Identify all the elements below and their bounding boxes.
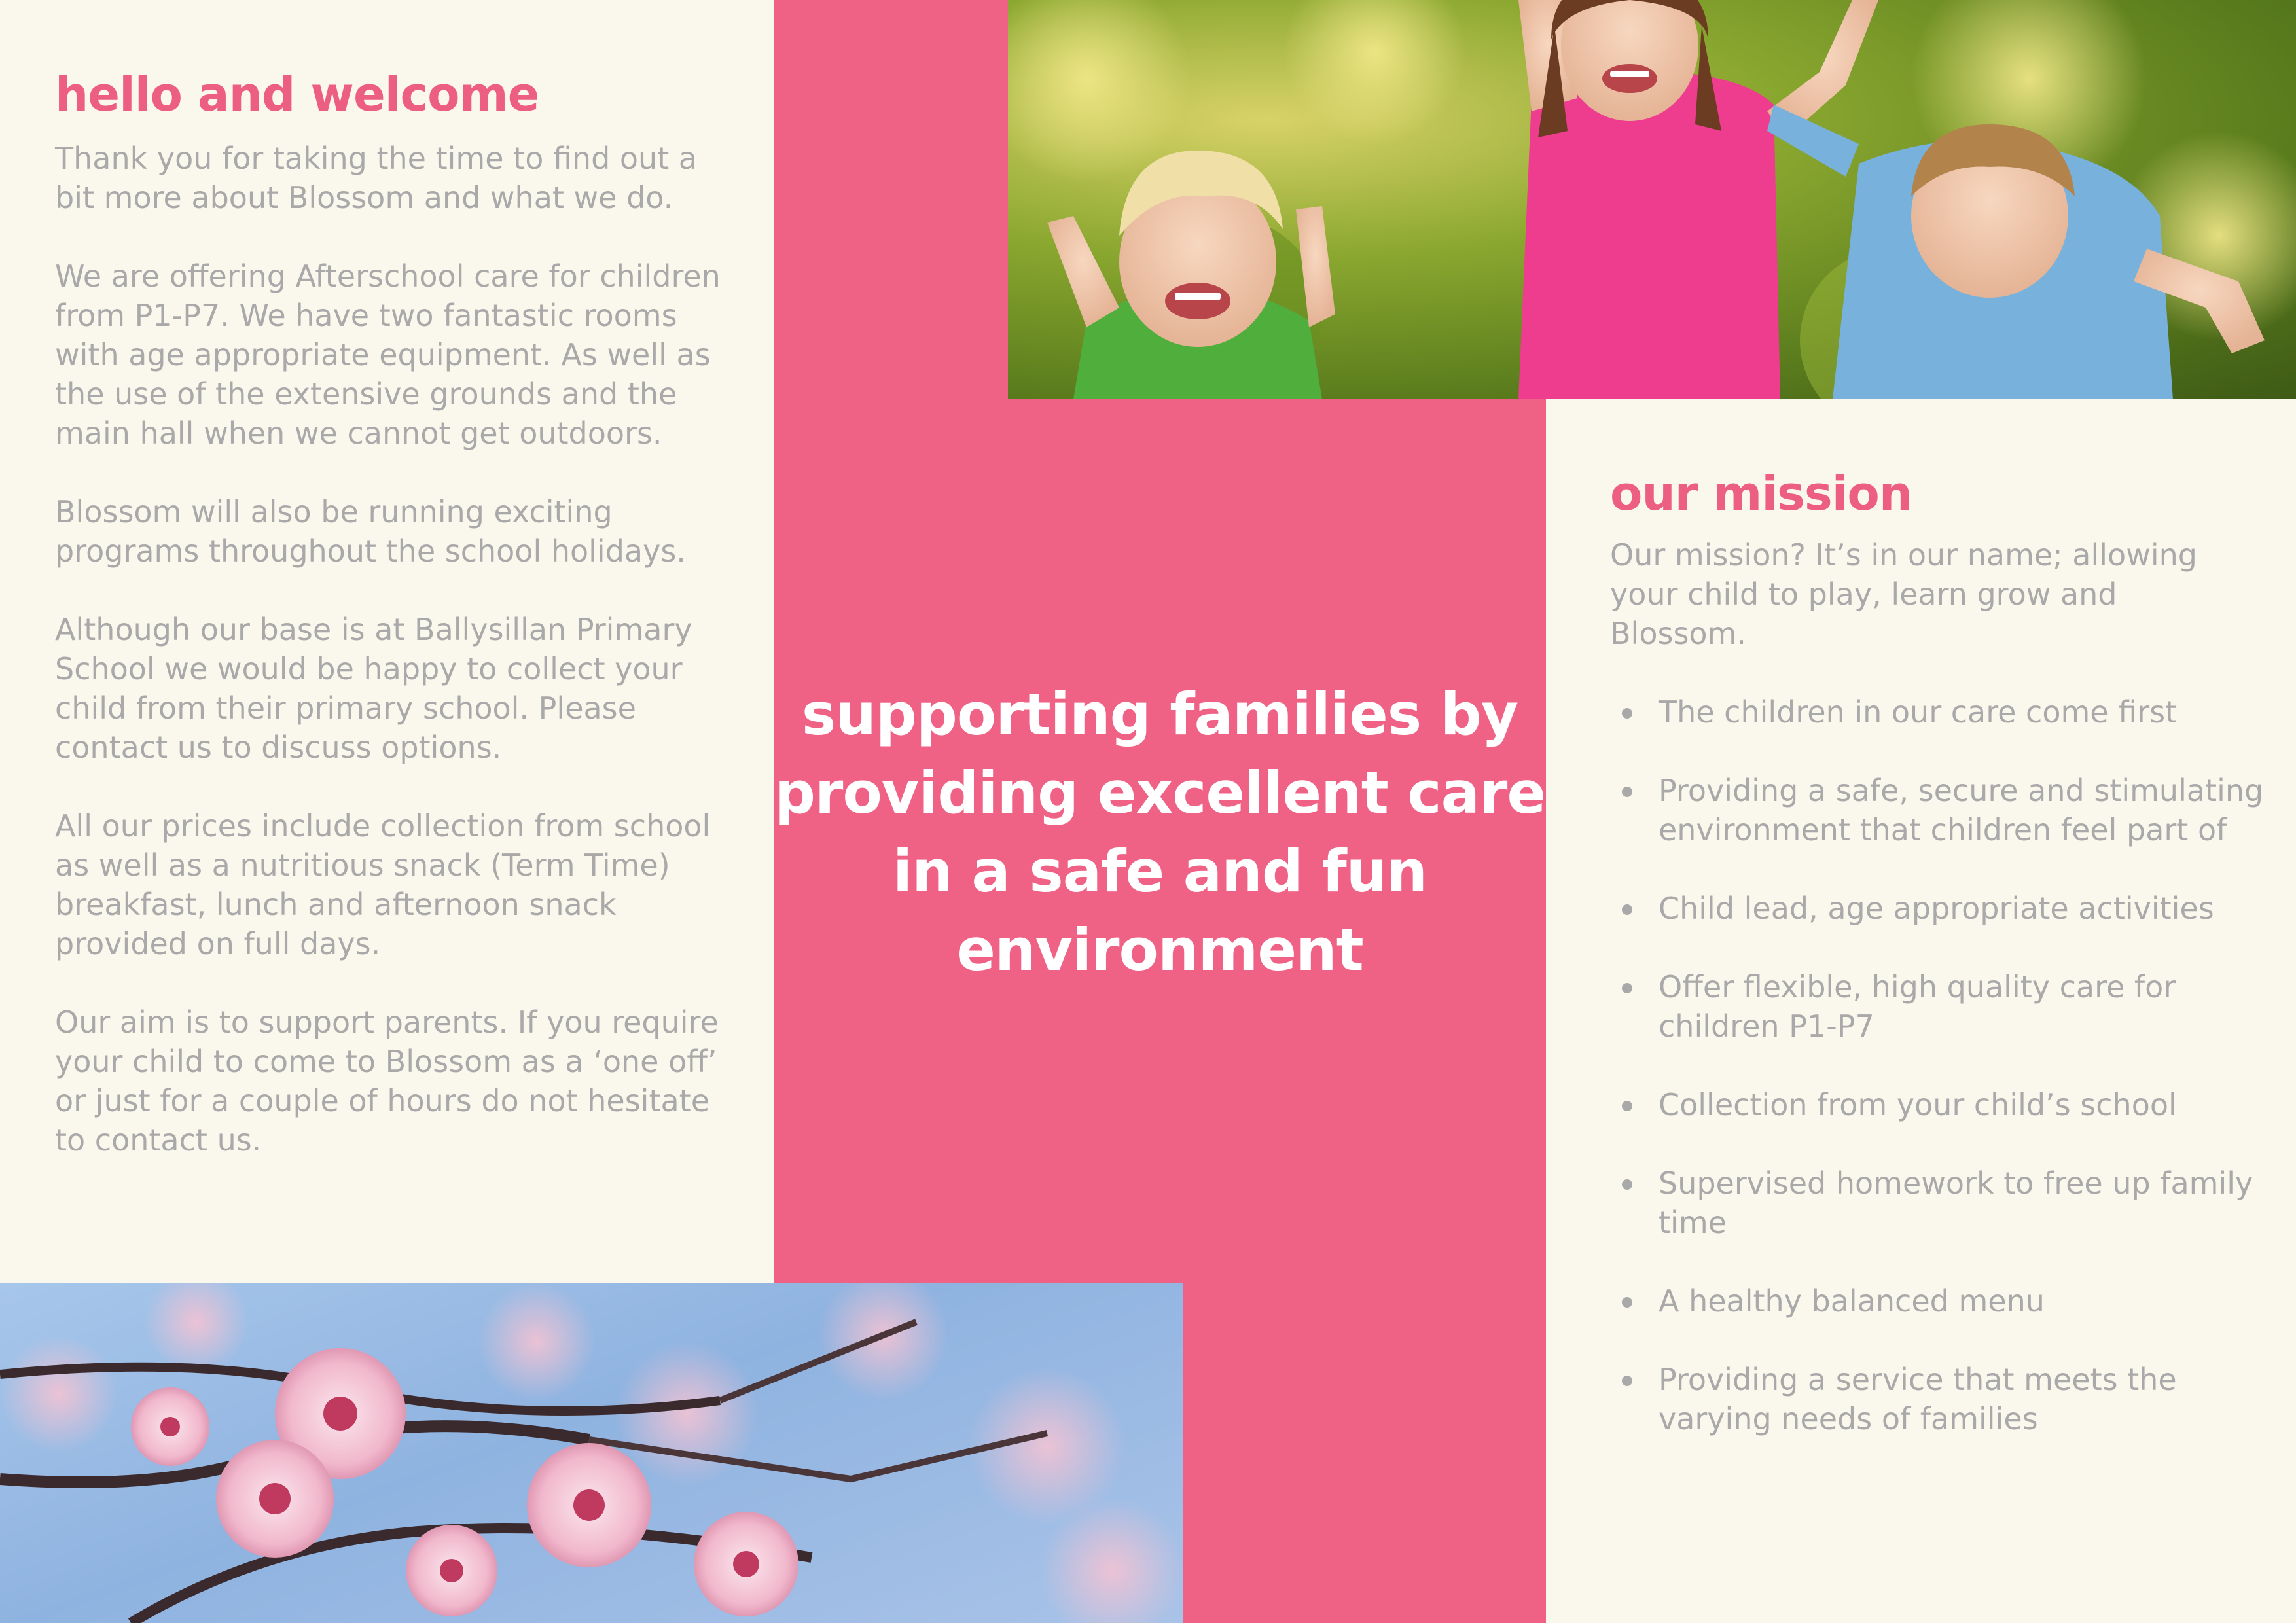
mission-item-text: Child lead, age appropriate activities	[1659, 891, 2214, 926]
blossom-flower	[406, 1525, 497, 1616]
cherry-blossom-illustration	[0, 1283, 1183, 1623]
tagline: supporting families by providing excelle…	[774, 681, 1546, 984]
bullet-icon	[1622, 1179, 1632, 1190]
mission-list: The children in our care come first Prov…	[1610, 692, 2265, 1478]
bullet-icon	[1622, 1376, 1632, 1386]
bullet-icon	[1622, 708, 1632, 719]
bullet-icon	[1622, 787, 1632, 797]
mission-list-item: Providing a safe, secure and stimulating…	[1610, 771, 2265, 849]
mission-heading: our mission	[1610, 466, 1912, 521]
welcome-heading: hello and welcome	[55, 67, 539, 122]
children-jumping-illustration	[1008, 0, 2296, 399]
mission-list-item: Providing a service that meets the varyi…	[1610, 1360, 2265, 1438]
mission-item-text: Offer flexible, high quality care for ch…	[1659, 969, 2176, 1044]
mission-list-item: Child lead, age appropriate activities	[1610, 889, 2265, 928]
mission-list-item: A healthy balanced menu	[1610, 1281, 2265, 1321]
mission-list-item: The children in our care come first	[1610, 692, 2265, 732]
mission-item-text: A healthy balanced menu	[1659, 1283, 2045, 1319]
mission-list-item: Offer flexible, high quality care for ch…	[1610, 967, 2265, 1046]
mission-intro: Our mission? It’s in our name; allowing …	[1610, 537, 2197, 651]
bullet-icon	[1622, 1101, 1632, 1111]
blossom-flower	[527, 1443, 651, 1567]
welcome-paragraph: Our aim is to support parents. If you re…	[55, 1005, 719, 1158]
mission-list-item: Collection from your child’s school	[1610, 1085, 2265, 1124]
bullet-icon	[1622, 904, 1632, 915]
welcome-paragraph: Blossom will also be running exciting pr…	[55, 494, 686, 569]
mission-item-text: The children in our care come first	[1659, 694, 2178, 730]
welcome-text: Thank you for taking the time to find ou…	[55, 139, 723, 1199]
cherry-blossom-photo	[0, 1283, 1183, 1623]
mission-item-text: Providing a service that meets the varyi…	[1659, 1362, 2177, 1436]
welcome-paragraph: We are offering Afterschool care for chi…	[55, 259, 721, 451]
blossom-flower	[216, 1440, 334, 1558]
mission-item-text: Providing a safe, secure and stimulating…	[1659, 773, 2264, 847]
welcome-panel: hello and welcome Thank you for taking t…	[0, 0, 774, 1283]
welcome-paragraph: Although our base is at Ballysillan Prim…	[55, 612, 692, 765]
bullet-icon	[1622, 1297, 1632, 1308]
mission-item-text: Supervised homework to free up family ti…	[1659, 1166, 2253, 1240]
mission-list-item: Supervised homework to free up family ti…	[1610, 1164, 2265, 1242]
blossom-flower	[694, 1512, 798, 1616]
mission-item-text: Collection from your child’s school	[1659, 1087, 2177, 1122]
welcome-paragraph: Thank you for taking the time to find ou…	[55, 141, 698, 215]
welcome-paragraph: All our prices include collection from s…	[55, 808, 711, 961]
blossom-flower	[131, 1387, 209, 1466]
bullet-icon	[1622, 983, 1632, 993]
children-jumping-photo	[1008, 0, 2296, 399]
